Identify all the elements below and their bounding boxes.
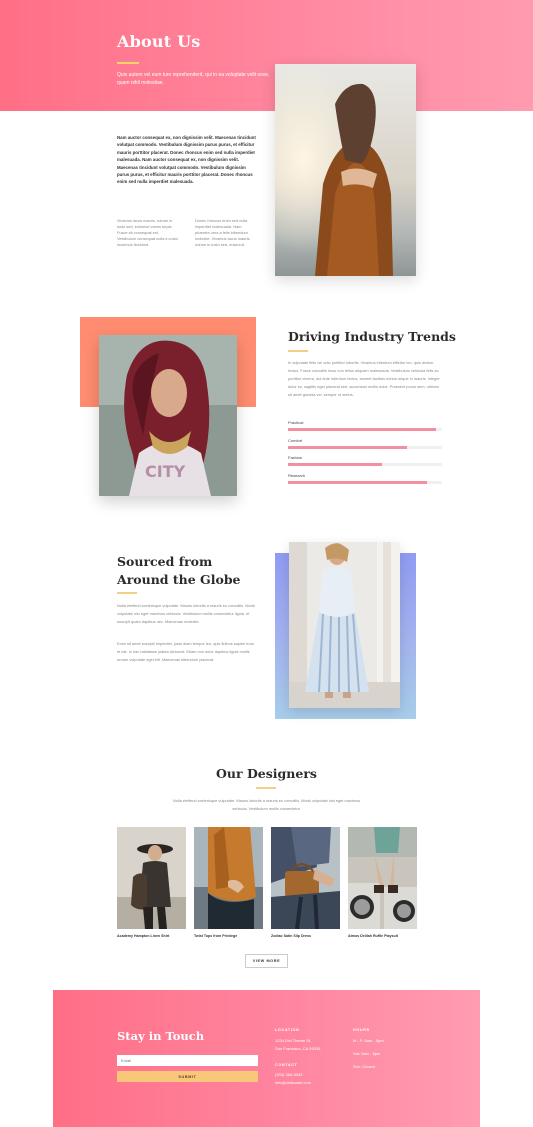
trends-divider — [288, 350, 308, 352]
hours-sunday: Sun: Closed — [353, 1064, 375, 1069]
about-column-right: Donec rhoncus enim sed nulla imperdiet m… — [195, 218, 251, 247]
bar-research: Research — [288, 473, 442, 484]
sourced-divider — [117, 592, 137, 594]
svg-text:CITY: CITY — [145, 462, 186, 481]
designers-subtitle: Nulla eleifend scelerisque vulputate. Ma… — [172, 798, 361, 811]
bar-label: Practical — [288, 420, 304, 425]
view-more-button[interactable]: VIEW MORE — [245, 954, 288, 968]
designers-divider — [256, 787, 276, 789]
location-label: LOCATION — [275, 1028, 300, 1032]
hero-subtitle: Quis autem vel eum iure reprehenderit, q… — [117, 72, 270, 86]
bar-label: Research — [288, 473, 306, 478]
bar-track — [288, 463, 442, 466]
designer-card-2[interactable] — [194, 827, 263, 929]
designer-card-4[interactable] — [348, 827, 417, 929]
stay-in-touch-title: Stay in Touch — [117, 1029, 205, 1043]
sourced-photo — [289, 542, 400, 708]
sourced-paragraph-1: Nulla eleifend scelerisque vulputate. Ma… — [117, 603, 255, 624]
hours-saturday: Sat: 9am - 8pm — [353, 1051, 381, 1056]
bar-practical: Practical — [288, 420, 442, 431]
contact-label: CONTACT — [275, 1063, 298, 1067]
designers-title: Our Designers — [216, 766, 317, 781]
submit-button[interactable]: SUBMIT — [117, 1071, 258, 1082]
trends-text: In vulputate felis vel odio porttitor lo… — [288, 360, 440, 397]
about-bold-paragraph: Nam auctor consequat ex, non dignissim v… — [117, 135, 256, 185]
bar-track — [288, 446, 442, 449]
hours-label: HOURS — [353, 1028, 370, 1032]
page-title: About Us — [117, 32, 201, 51]
bar-fashion: Fashion — [288, 455, 442, 466]
sourced-paragraph-2: Enim sit amet suscipit imperdiet, justo … — [117, 641, 254, 662]
trends-photo: CITY — [99, 335, 237, 496]
designer-caption-4[interactable]: Atmos Delilah Ruffle Playsuit — [348, 934, 398, 938]
bar-fill — [288, 446, 407, 449]
contact-email[interactable]: info@divilauder.com — [275, 1079, 311, 1088]
designer-caption-1[interactable]: Academy Hampton Linen Shirt — [117, 934, 169, 938]
email-field[interactable] — [117, 1055, 258, 1066]
trends-title: Driving Industry Trends — [288, 329, 456, 344]
designer-caption-3[interactable]: Zodiac Satin Slip Dress — [271, 934, 311, 938]
bar-comfort: Comfort — [288, 438, 442, 449]
designer-caption-2[interactable]: Twist Tops from Privilege — [194, 934, 237, 938]
location-line-2: San Francisco, CA 93035 — [275, 1046, 321, 1051]
sourced-title: Sourced from Around the Globe — [117, 554, 241, 587]
about-photo — [275, 64, 416, 276]
bar-track — [288, 481, 442, 484]
bar-fill — [288, 428, 436, 431]
designer-card-3[interactable] — [271, 827, 340, 929]
title-divider — [117, 62, 139, 64]
bar-fill — [288, 463, 382, 466]
bar-fill — [288, 481, 427, 484]
hours-weekday: M - F: 8am - 5pm — [353, 1038, 384, 1043]
about-column-left: Vivamus lacus mauris, rutrum in iusto se… — [117, 218, 178, 247]
hero-banner — [0, 0, 533, 111]
designer-card-1[interactable] — [117, 827, 186, 929]
bar-label: Comfort — [288, 438, 303, 443]
bar-label: Fashion — [288, 455, 303, 460]
bar-track — [288, 428, 442, 431]
